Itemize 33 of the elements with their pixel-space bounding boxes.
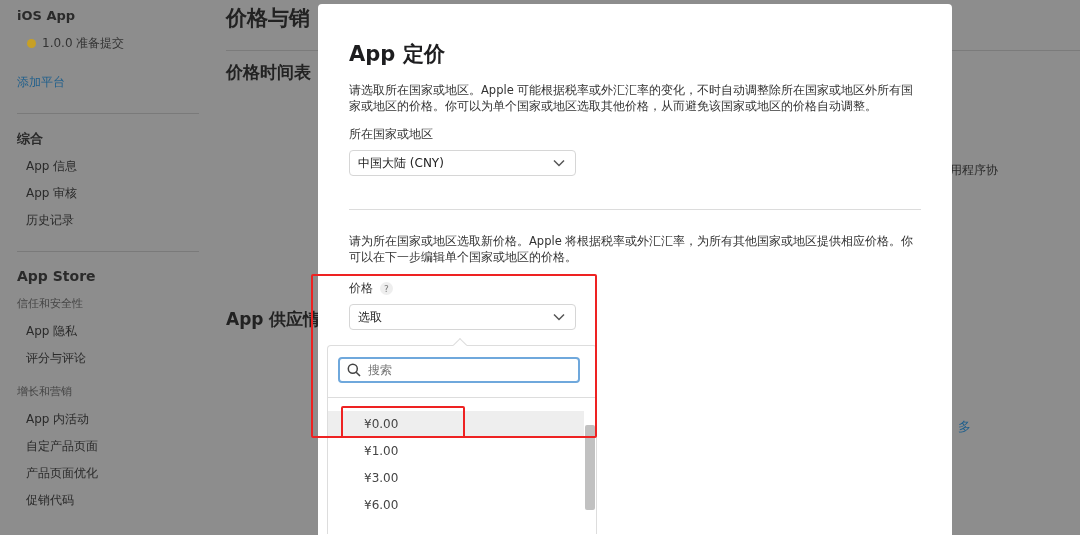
region-select[interactable]: 中国大陆 (CNY): [349, 150, 576, 176]
sidebar-item[interactable]: App 信息: [26, 157, 200, 175]
sidebar-item[interactable]: App 内活动: [26, 410, 200, 428]
sidebar-item[interactable]: 历史记录: [26, 211, 200, 229]
price-select[interactable]: 选取: [349, 304, 576, 330]
sidebar-item[interactable]: App 审核: [26, 184, 200, 202]
sidebar-item[interactable]: 促销代码: [26, 491, 200, 509]
price-option[interactable]: ¥3.00: [328, 465, 584, 492]
region-label: 所在国家或地区: [349, 127, 434, 142]
price-option[interactable]: ¥6.00: [328, 492, 584, 519]
chevron-down-icon: [553, 313, 565, 321]
price-option[interactable]: ¥0.00: [328, 411, 584, 438]
page-title: 价格与销: [226, 5, 311, 32]
search-field[interactable]: 搜索: [338, 357, 580, 383]
sidebar-subheader: 信任和安全性: [17, 296, 84, 312]
dialog-title: App 定价: [349, 41, 446, 68]
sidebar-item[interactable]: 自定产品页面: [26, 437, 200, 455]
sidebar-section-title: App Store: [17, 268, 97, 286]
price-label: 价格: [349, 281, 373, 296]
price-option[interactable]: ¥1.00: [328, 438, 584, 465]
price-description: 请为所在国家或地区选取新价格。Apple 将根据税率或外汇汇率，为所有其他国家或地区提供相应价格。你可以在下一步编辑单个国家或地区的价格。: [349, 233, 915, 265]
sidebar-item[interactable]: 评分与评论: [26, 349, 200, 367]
region-description: 请选取所在国家或地区。Apple 可能根据税率或外汇汇率的变化，不时自动调整除所在国家或地区外所有国家或地区的价格。你可以为单个国家或地区选取其他价格，从而避免该国家或地区的价格自动调整。: [349, 82, 915, 114]
section-heading: 价格时间表: [226, 61, 311, 84]
version-status: 1.0.0 准备提交: [42, 35, 125, 52]
app-title: iOS App: [17, 8, 77, 25]
chevron-down-icon: [553, 159, 565, 167]
sidebar-item[interactable]: 产品页面优化: [26, 464, 200, 482]
help-button[interactable]: ?: [380, 282, 393, 295]
sidebar-subheader: 增长和营销: [17, 384, 73, 400]
sidebar-section-title: 综合: [17, 130, 44, 148]
sidebar-item[interactable]: App 隐私: [26, 322, 200, 340]
status-dot: [27, 39, 36, 48]
